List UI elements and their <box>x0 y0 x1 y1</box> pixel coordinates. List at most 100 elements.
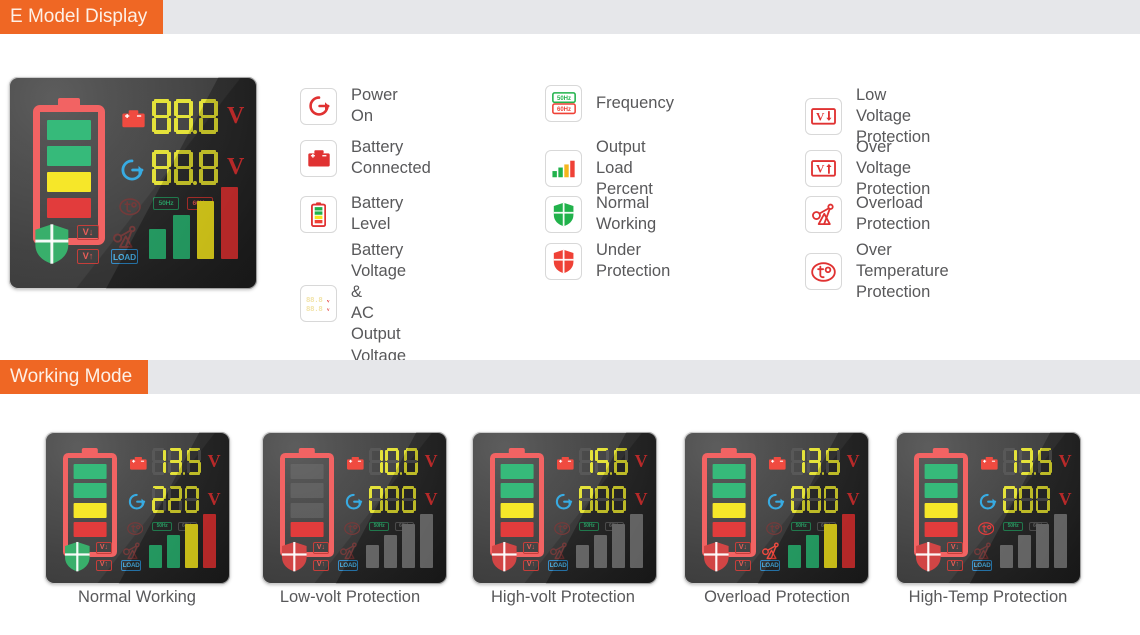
output-voltage-display <box>151 486 199 513</box>
power-on-icon <box>300 87 337 125</box>
battery-voltage-value <box>152 99 219 135</box>
v-up-indicator: V↑ <box>77 249 99 264</box>
v-up-indicator: V↑ <box>522 560 540 572</box>
svg-text:88.8: 88.8 <box>306 297 323 305</box>
power-on-indicator <box>127 492 146 511</box>
output-voltage-unit: V <box>846 489 860 510</box>
seven-segment-digit <box>790 486 805 513</box>
load-bar <box>612 524 625 568</box>
working-mode-caption: High-Temp Protection <box>908 588 1068 606</box>
output-voltage-display <box>368 486 416 513</box>
output-voltage-unit: V <box>424 489 438 510</box>
working-mode-section-title: Working Mode <box>0 360 149 394</box>
legend-item-output-load-percent[interactable]: Output Load Percent <box>545 137 653 200</box>
load-bar <box>203 514 216 568</box>
power-on-indicator <box>344 492 363 511</box>
seven-segment-digit <box>1019 448 1037 475</box>
overload-indicator <box>339 542 359 560</box>
legend-item-over-temperature[interactable]: Over Temperature Protection <box>805 240 949 303</box>
load-bar <box>185 524 198 568</box>
v-down-indicator: V↓ <box>312 542 330 554</box>
output-load-bars <box>149 514 216 568</box>
seven-segment-digit <box>401 486 416 513</box>
overload-indicator <box>113 225 138 248</box>
over-temperature-indicator <box>119 198 141 216</box>
seven-segment-digit <box>368 448 383 475</box>
battery-segment <box>712 463 746 479</box>
seven-segment-digit <box>595 486 610 513</box>
output-load-bars <box>1000 514 1067 568</box>
legend-item-normal-working-shield[interactable]: Normal Working <box>545 193 656 235</box>
battery-segment <box>712 522 746 537</box>
legend-item-battery-level[interactable]: Battery Level <box>300 193 403 235</box>
working-mode-caption: Normal Working <box>78 588 196 606</box>
working-mode-caption: Overload Protection <box>704 588 850 606</box>
over-temperature-indicator <box>127 522 144 536</box>
status-shield-indicator <box>491 541 518 572</box>
status-shield-indicator <box>64 541 91 572</box>
battery-cap <box>508 447 525 454</box>
over-temperature-indicator <box>554 522 571 536</box>
legend-item-power-on[interactable]: Power On <box>300 85 398 127</box>
legend-item-over-voltage[interactable]: V Over Voltage Protection <box>805 137 930 200</box>
seven-segment-digit <box>385 486 400 513</box>
seven-segment-digit <box>184 486 199 513</box>
load-badge: LOAD <box>972 560 993 572</box>
seven-segment-digit <box>823 486 838 513</box>
output-load-bars <box>366 514 433 568</box>
battery-connected-indicator <box>121 109 146 129</box>
battery-connected-indicator <box>768 456 787 471</box>
legend-item-under-protection-shield[interactable]: Under Protection <box>545 240 670 282</box>
battery-segment <box>47 120 91 140</box>
load-badge: LOAD <box>338 560 359 572</box>
load-bar <box>1000 545 1014 568</box>
v-down-indicator: V↓ <box>77 225 99 240</box>
legend-item-label: Overload Protection <box>856 194 931 234</box>
legend-item-voltage-readout[interactable]: 88.8 88.8 v v Battery Voltage & AC Output… <box>300 240 406 367</box>
load-bar <box>402 524 415 568</box>
output-voltage-display <box>152 150 219 186</box>
battery-cap <box>58 98 80 106</box>
output-voltage-display <box>578 486 626 513</box>
load-bar <box>824 524 837 568</box>
seven-segment-digit <box>199 99 219 135</box>
v-down-indicator: V↓ <box>946 542 964 554</box>
battery-voltage-display <box>1002 448 1053 475</box>
legend-item-battery-connected[interactable]: Battery Connected <box>300 137 431 179</box>
load-bar <box>1018 534 1031 568</box>
output-load-bars <box>788 514 855 568</box>
over-temperature-indicator <box>344 522 361 536</box>
working-mode-panel: V↓V↑ LOAD50Hz60HzVV <box>45 432 230 584</box>
seven-segment-digit <box>174 150 198 186</box>
legend-item-overload[interactable]: Overload Protection <box>805 193 930 235</box>
battery-segment <box>290 463 324 479</box>
overload-indicator <box>122 542 142 560</box>
legend-item-frequency[interactable]: 50Hz 60Hz Frequency <box>545 85 674 122</box>
seven-segment-digit <box>611 486 626 513</box>
v-down-indicator: V↓ <box>95 542 113 554</box>
battery-cap <box>932 447 949 454</box>
load-bar <box>366 545 380 568</box>
output-voltage-value <box>152 150 219 186</box>
svg-text:V: V <box>816 163 825 176</box>
seven-segment-digit <box>825 448 841 475</box>
battery-voltage-value <box>1002 448 1053 475</box>
battery-segment <box>500 522 534 537</box>
seven-segment-digit <box>1037 448 1053 475</box>
battery-cap <box>298 447 315 454</box>
svg-text:V: V <box>816 111 825 124</box>
svg-text:50Hz: 50Hz <box>556 96 570 102</box>
load-badge: LOAD <box>111 249 138 264</box>
over-temperature-icon <box>805 253 842 291</box>
svg-text:88.8: 88.8 <box>306 306 323 312</box>
legend-item-label: Normal Working <box>596 194 657 234</box>
battery-voltage-display <box>152 99 219 135</box>
load-bar <box>221 187 238 259</box>
battery-voltage-unit: V <box>1058 451 1072 472</box>
output-voltage-value <box>368 486 416 513</box>
display-section-title: E Model Display <box>0 0 164 34</box>
seven-segment-digit <box>168 448 186 475</box>
battery-segment <box>73 522 107 537</box>
seven-segment-digit <box>151 486 166 513</box>
load-bar <box>149 545 163 568</box>
